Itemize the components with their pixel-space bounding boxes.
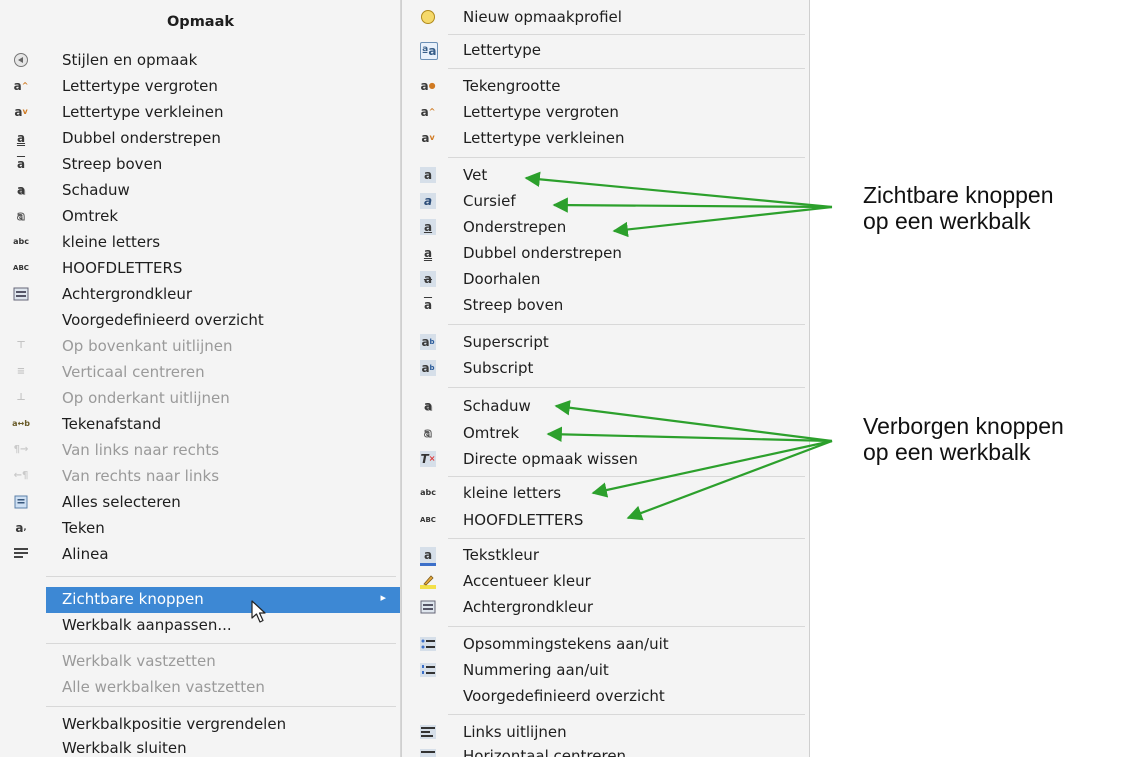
arrow-to-bold <box>524 171 833 209</box>
arrow-to-underline <box>612 205 833 238</box>
arrow-to-italic <box>552 197 833 213</box>
annotation-hidden-buttons: Verborgen knoppen op een werkbalk <box>863 413 1064 465</box>
annotation-arrows <box>524 171 833 521</box>
annotation-visible-buttons: Zichtbare knoppen op een werkbalk <box>863 182 1054 234</box>
